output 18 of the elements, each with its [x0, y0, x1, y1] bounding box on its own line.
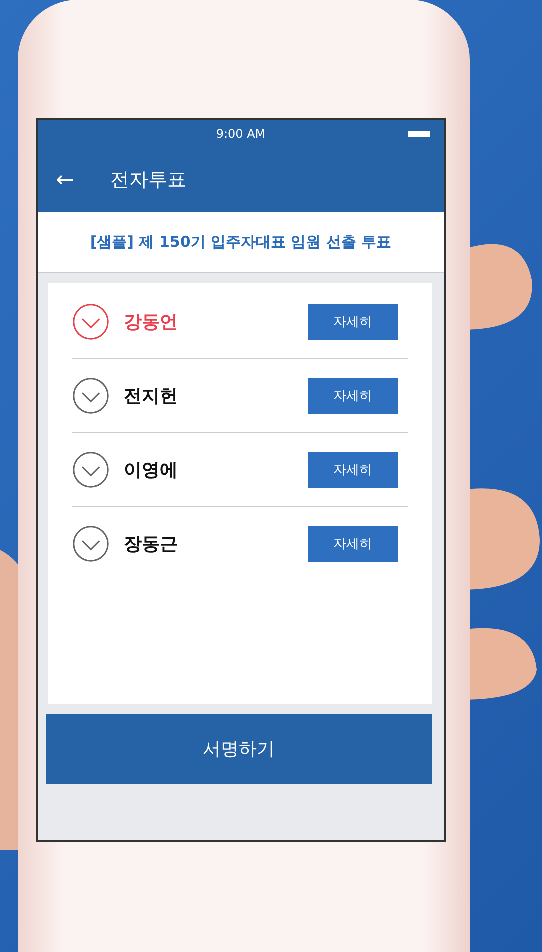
detail-button[interactable]: 자세히 [308, 452, 398, 488]
back-button[interactable]: ← [56, 168, 74, 192]
candidate-name: 장동근 [124, 532, 179, 556]
candidate-name: 강동언 [124, 310, 179, 334]
check-circle-icon[interactable] [72, 524, 110, 562]
check-circle-icon[interactable] [72, 450, 110, 488]
screen-title: 전자투표 [110, 168, 186, 193]
check-circle-icon[interactable] [72, 302, 110, 340]
status-time: 9:00 AM [216, 127, 266, 141]
candidate-name: 전지헌 [124, 384, 179, 408]
battery-icon [408, 131, 430, 137]
detail-button[interactable]: 자세히 [308, 526, 398, 562]
detail-button[interactable]: 자세히 [308, 304, 398, 340]
sign-button[interactable]: 서명하기 [46, 714, 432, 784]
candidate-name: 이영에 [124, 458, 179, 482]
detail-button[interactable]: 자세히 [308, 378, 398, 414]
vote-title: [샘플] 제 150기 입주자대표 임원 선출 투표 [90, 232, 392, 252]
check-circle-icon[interactable] [72, 376, 110, 414]
